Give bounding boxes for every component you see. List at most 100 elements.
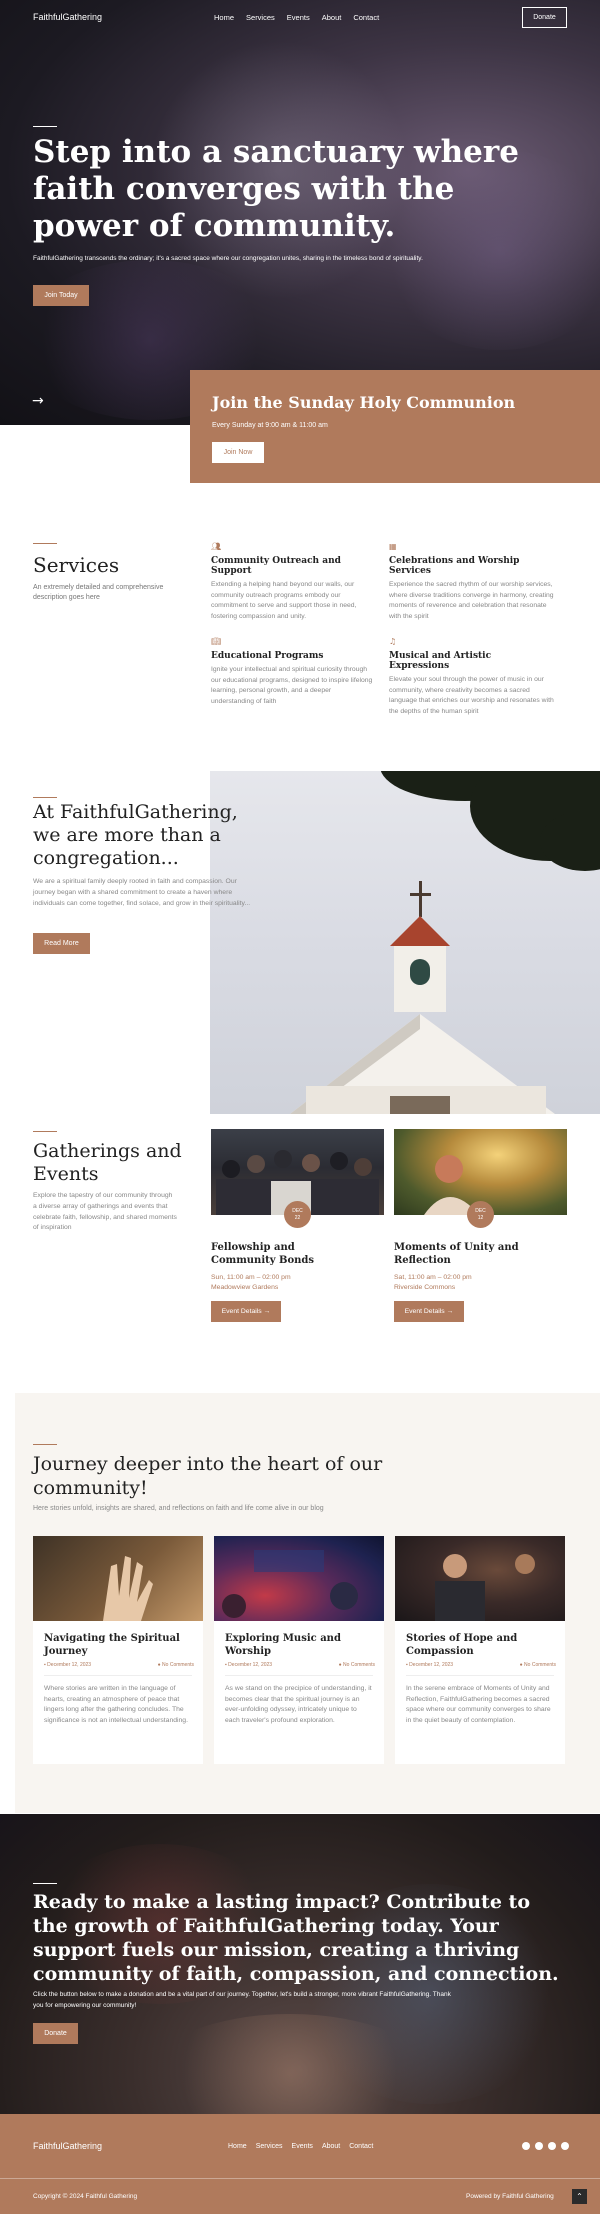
- event-date-badge: DEC 12: [467, 1201, 494, 1228]
- youtube-icon[interactable]: [561, 2142, 569, 2150]
- service-text: Experience the sacred rhythm of our wors…: [389, 581, 554, 620]
- powered-by-text: Powered by Faithful Gathering: [466, 2193, 554, 2200]
- blog-post-meta: ▪ December 12, 2023 ● No Comments: [44, 1662, 194, 1668]
- events-description: Explore the tapestry of our community th…: [33, 1192, 177, 1232]
- read-more-button[interactable]: Read More: [33, 933, 90, 954]
- event-title[interactable]: Fellowship and Community Bonds: [211, 1241, 361, 1267]
- hero-section: FaithfulGathering Home Services Events A…: [0, 0, 600, 425]
- nav-links: Home Services Events About Contact: [214, 13, 379, 22]
- blog-post-image[interactable]: [33, 1536, 203, 1621]
- event-card: DEC 12 Moments of Unity and Reflection S…: [394, 1129, 567, 1322]
- event-details-button[interactable]: Event Details →: [211, 1301, 281, 1322]
- blog-post-excerpt: As we stand on the precipice of understa…: [225, 1685, 372, 1724]
- divider: [44, 1675, 192, 1676]
- footer-link-events[interactable]: Events: [292, 2143, 313, 2150]
- divider: [33, 543, 57, 544]
- communion-title: Join the Sunday Holy Communion: [212, 393, 516, 412]
- events-title: Gatherings and Events: [33, 1140, 182, 1185]
- blog-post-meta: ▪ December 12, 2023 ● No Comments: [225, 1662, 375, 1668]
- nav-about[interactable]: About: [322, 13, 342, 22]
- church-illustration: [290, 881, 555, 1114]
- event-title[interactable]: Moments of Unity and Reflection: [394, 1241, 544, 1267]
- hero-subtitle: FaithfulGathering transcends the ordinar…: [33, 255, 423, 262]
- blog-post-meta: ▪ December 12, 2023 ● No Comments: [406, 1662, 556, 1668]
- service-text: Elevate your soul through the power of m…: [389, 676, 554, 715]
- join-now-button[interactable]: Join Now: [212, 442, 264, 463]
- service-item: ♫ Musical and Artistic Expressions Eleva…: [389, 637, 554, 717]
- footer-link-home[interactable]: Home: [228, 2143, 247, 2150]
- social-links: [522, 2142, 569, 2150]
- about-title: At FaithfulGathering, we are more than a…: [33, 801, 238, 869]
- divider: [33, 1883, 57, 1884]
- blog-post-title[interactable]: Stories of Hope and Compassion: [406, 1632, 556, 1658]
- footer-link-services[interactable]: Services: [256, 2143, 283, 2150]
- blog-post-image[interactable]: [214, 1536, 384, 1621]
- nav-services[interactable]: Services: [246, 13, 275, 22]
- services-description: An extremely detailed and comprehensive …: [33, 584, 164, 601]
- calendar-icon: ▦: [389, 542, 397, 551]
- footer-logo[interactable]: FaithfulGathering: [33, 2141, 102, 2151]
- hero-title: Step into a sanctuary where faith conver…: [33, 134, 519, 244]
- communion-banner: Join the Sunday Holy Communion Every Sun…: [190, 370, 600, 483]
- blog-post-title[interactable]: Exploring Music and Worship: [225, 1632, 375, 1658]
- service-text: Ignite your intellectual and spiritual c…: [211, 666, 373, 705]
- communion-subtitle: Every Sunday at 9:00 am & 11:00 am: [212, 422, 328, 429]
- event-time: Sat, 11:00 am – 02:00 pm: [394, 1274, 472, 1281]
- blog-post-card: Exploring Music and Worship ▪ December 1…: [214, 1536, 384, 1764]
- event-details-button[interactable]: Event Details →: [394, 1301, 464, 1322]
- divider: [225, 1675, 373, 1676]
- site-logo[interactable]: FaithfulGathering: [33, 12, 102, 22]
- event-location: Meadowview Gardens: [211, 1284, 279, 1291]
- cta-donate-button[interactable]: Donate: [33, 2023, 78, 2044]
- blog-post-title[interactable]: Navigating the Spiritual Journey: [44, 1632, 194, 1658]
- copyright-text: Copyright © 2024 Faithful Gathering: [33, 2193, 138, 2200]
- service-title: Musical and Artistic Expressions: [389, 651, 492, 671]
- divider: [33, 126, 57, 127]
- nav-events[interactable]: Events: [287, 13, 310, 22]
- cta-title: Ready to make a lasting impact? Contribu…: [33, 1891, 559, 1985]
- instagram-icon[interactable]: [548, 2142, 556, 2150]
- blog-post-card: Navigating the Spiritual Journey ▪ Decem…: [33, 1536, 203, 1764]
- church-image: [210, 771, 600, 1114]
- donate-button[interactable]: Donate: [522, 7, 567, 28]
- join-today-button[interactable]: Join Today: [33, 285, 89, 306]
- top-nav: FaithfulGathering Home Services Events A…: [0, 0, 600, 36]
- divider: [33, 1131, 57, 1132]
- divider: [0, 2178, 600, 2179]
- service-title: Educational Programs: [211, 651, 324, 661]
- blog-subtitle: Here stories unfold, insights are shared…: [33, 1505, 324, 1512]
- service-title: Celebrations and Worship Services: [389, 556, 520, 576]
- divider: [33, 797, 57, 798]
- facebook-icon[interactable]: [522, 2142, 530, 2150]
- blog-post-image[interactable]: [395, 1536, 565, 1621]
- event-card: DEC 22 Fellowship and Community Bonds Su…: [211, 1129, 384, 1322]
- nav-contact[interactable]: Contact: [353, 13, 379, 22]
- nav-home[interactable]: Home: [214, 13, 234, 22]
- service-item: 👥︎ Community Outreach and Support Extend…: [211, 542, 376, 622]
- footer-links: Home Services Events About Contact: [228, 2143, 373, 2150]
- blog-post-excerpt: In the serene embrace of Moments of Unit…: [406, 1685, 551, 1724]
- footer-link-about[interactable]: About: [322, 2143, 340, 2150]
- blog-title: Journey deeper into the heart of our com…: [33, 1453, 383, 1499]
- footer-link-contact[interactable]: Contact: [349, 2143, 373, 2150]
- service-title: Community Outreach and Support: [211, 556, 341, 576]
- cta-subtitle: Click the button below to make a donatio…: [33, 1991, 451, 2009]
- twitter-icon[interactable]: [535, 2142, 543, 2150]
- book-icon: 📖︎: [211, 637, 222, 646]
- blog-post-card: Stories of Hope and Compassion ▪ Decembe…: [395, 1536, 565, 1764]
- event-date-badge: DEC 22: [284, 1201, 311, 1228]
- people-icon: 👥︎: [211, 542, 222, 551]
- event-location: Riverside Commons: [394, 1284, 456, 1291]
- scroll-to-top-icon[interactable]: ⌃: [572, 2189, 587, 2204]
- blog-post-excerpt: Where stories are written in the languag…: [44, 1685, 188, 1724]
- event-time: Sun, 11:00 am – 02:00 pm: [211, 1274, 291, 1281]
- service-item: ▦ Celebrations and Worship Services Expe…: [389, 542, 554, 622]
- services-title: Services: [33, 553, 120, 577]
- service-item: 📖︎ Educational Programs Ignite your inte…: [211, 637, 376, 707]
- about-description: We are a spiritual family deeply rooted …: [33, 878, 251, 907]
- music-note-icon: ♫: [389, 637, 397, 646]
- footer: FaithfulGathering Home Services Events A…: [0, 2114, 600, 2214]
- divider: [33, 1444, 57, 1445]
- arrow-right-icon[interactable]: →: [32, 393, 44, 409]
- divider: [406, 1675, 554, 1676]
